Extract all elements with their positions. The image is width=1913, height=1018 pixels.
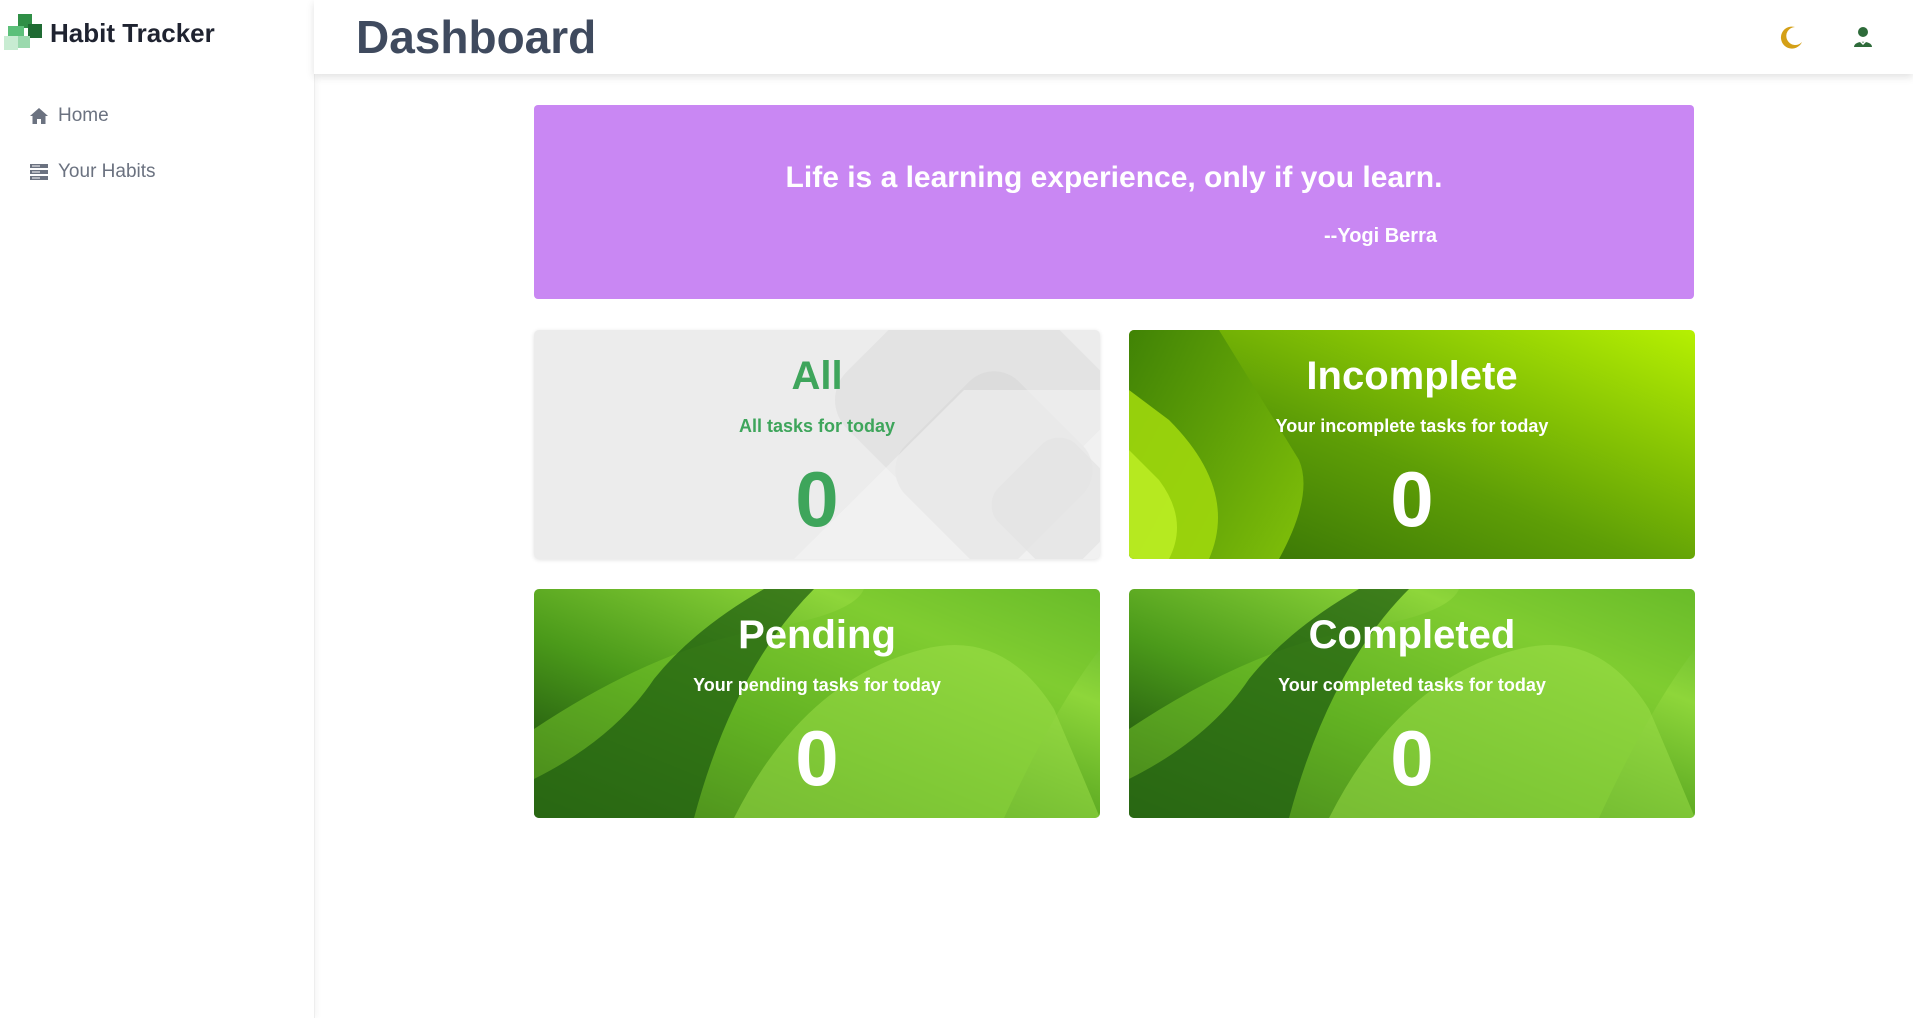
sidebar-item-label: Home [58, 105, 109, 126]
sidebar-nav: Home Your Habits [0, 88, 314, 200]
sidebar-item-home[interactable]: Home [0, 88, 314, 144]
user-profile-button[interactable] [1844, 18, 1882, 56]
moon-icon [1780, 26, 1802, 49]
card-pending[interactable]: Pending Your pending tasks for today 0 [534, 589, 1100, 818]
top-header: Dashboard [314, 0, 1913, 74]
brand[interactable]: Habit Tracker [4, 14, 215, 52]
habit-tracker-logo-icon [4, 14, 42, 52]
card-incomplete-count: 0 [1390, 455, 1434, 543]
card-incomplete-title: Incomplete [1306, 354, 1518, 398]
page-title: Dashboard [356, 11, 597, 63]
sidebar: Habit Tracker Home Your Habits [0, 0, 315, 1018]
sidebar-item-your-habits[interactable]: Your Habits [0, 144, 314, 200]
app-name: Habit Tracker [50, 17, 215, 48]
home-icon [28, 105, 50, 127]
card-pending-title: Pending [738, 613, 896, 657]
card-completed[interactable]: Completed Your completed tasks for today… [1129, 589, 1695, 818]
card-all-title: All [791, 354, 843, 398]
list-icon [28, 161, 50, 183]
card-pending-count: 0 [795, 714, 839, 802]
card-completed-title: Completed [1308, 613, 1516, 657]
quote-author: --Yogi Berra [1324, 225, 1437, 247]
card-all-subtitle: All tasks for today [738, 416, 896, 436]
card-incomplete[interactable]: Incomplete Your incomplete tasks for tod… [1129, 330, 1695, 559]
quote-banner: Life is a learning experience, only if y… [534, 105, 1694, 299]
card-all-count: 0 [795, 455, 839, 543]
theme-toggle-button[interactable] [1772, 18, 1810, 56]
card-all[interactable]: All All tasks for today 0 [534, 330, 1100, 559]
card-pending-subtitle: Your pending tasks for today [693, 675, 941, 695]
card-incomplete-subtitle: Your incomplete tasks for today [1275, 416, 1549, 436]
card-completed-count: 0 [1390, 714, 1434, 802]
quote-text: Life is a learning experience, only if y… [785, 161, 1443, 194]
sidebar-item-label: Your Habits [58, 161, 156, 182]
user-icon [1854, 27, 1872, 47]
card-completed-subtitle: Your completed tasks for today [1278, 675, 1546, 695]
